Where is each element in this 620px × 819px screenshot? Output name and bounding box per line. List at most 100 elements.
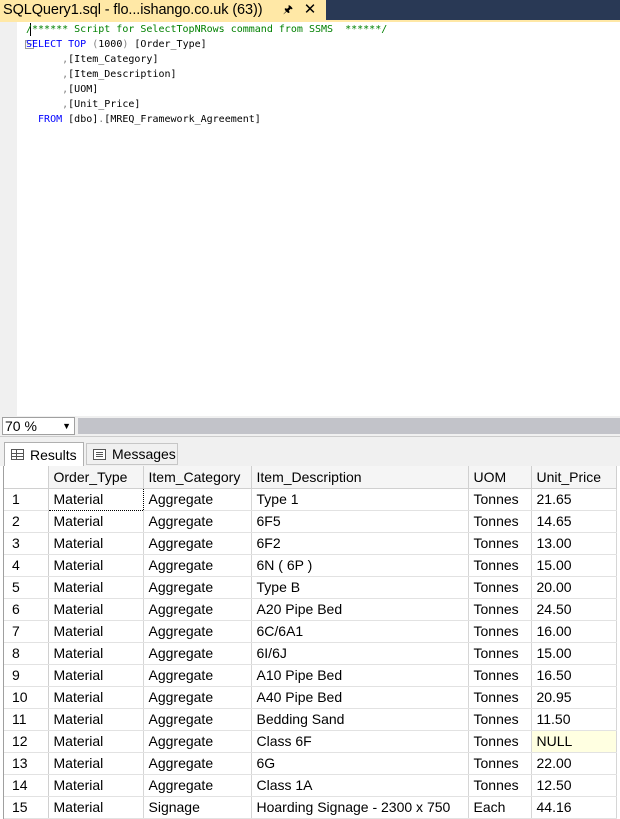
- grid-cell[interactable]: Type B: [251, 576, 469, 599]
- grid-cell[interactable]: Tonnes: [468, 620, 532, 643]
- row-number[interactable]: 6: [4, 598, 49, 621]
- tab-results[interactable]: Results: [4, 442, 84, 466]
- grid-cell[interactable]: Tonnes: [468, 488, 532, 511]
- grid-cell[interactable]: Tonnes: [468, 576, 532, 599]
- grid-cell[interactable]: Tonnes: [468, 554, 532, 577]
- tab-messages[interactable]: Messages: [86, 443, 178, 465]
- grid-cell[interactable]: Tonnes: [468, 686, 532, 709]
- grid-cell[interactable]: Aggregate: [143, 708, 252, 731]
- results-grid[interactable]: Order_Type Item_Category Item_Description U…: [3, 466, 620, 819]
- grid-cell[interactable]: 12.50: [531, 774, 617, 797]
- horizontal-scrollbar[interactable]: [78, 418, 620, 434]
- table-row[interactable]: 9 Material Aggregate A10 Pipe Bed Tonnes 16.5…: [4, 664, 617, 687]
- table-row[interactable]: 15 Material Signage Hoarding Signage - 2300…: [4, 796, 617, 819]
- grid-cell[interactable]: Class 6F: [251, 730, 469, 753]
- grid-cell[interactable]: Aggregate: [143, 510, 252, 533]
- grid-cell[interactable]: Bedding Sand: [251, 708, 469, 731]
- grid-cell[interactable]: Material: [48, 730, 144, 753]
- code-line[interactable]: ,[Unit_Price]: [26, 97, 387, 112]
- grid-cell[interactable]: 24.50: [531, 598, 617, 621]
- grid-cell[interactable]: Material: [48, 554, 144, 577]
- code-line[interactable]: /****** Script for SelectTopNRows comman…: [26, 22, 387, 37]
- row-number[interactable]: 9: [4, 664, 49, 687]
- grid-cell[interactable]: Type 1: [251, 488, 469, 511]
- grid-cell[interactable]: 16.50: [531, 664, 617, 687]
- grid-cell[interactable]: Material: [48, 532, 144, 555]
- grid-cell[interactable]: Aggregate: [143, 488, 252, 511]
- grid-cell[interactable]: 44.16: [531, 796, 617, 819]
- row-number[interactable]: 5: [4, 576, 49, 599]
- grid-cell[interactable]: 21.65: [531, 488, 617, 511]
- grid-cell[interactable]: 6C/6A1: [251, 620, 469, 643]
- table-row[interactable]: 14 Material Aggregate Class 1A Tonnes 12.50: [4, 774, 617, 797]
- grid-cell[interactable]: Material: [48, 686, 144, 709]
- code-line[interactable]: ,[Item_Description]: [26, 67, 387, 82]
- grid-cell[interactable]: Class 1A: [251, 774, 469, 797]
- grid-cell[interactable]: Aggregate: [143, 686, 252, 709]
- row-number[interactable]: 12: [4, 730, 49, 753]
- grid-cell[interactable]: Each: [468, 796, 532, 819]
- row-number[interactable]: 7: [4, 620, 49, 643]
- grid-cell[interactable]: Aggregate: [143, 664, 252, 687]
- table-row[interactable]: 1 Material Aggregate Type 1 Tonnes 21.65: [4, 487, 617, 511]
- chevron-down-icon[interactable]: ▼: [62, 418, 71, 434]
- column-header-order-type[interactable]: Order_Type: [48, 466, 144, 489]
- table-row[interactable]: 10 Material Aggregate A40 Pipe Bed Tonnes 20.…: [4, 686, 617, 709]
- grid-cell[interactable]: Aggregate: [143, 554, 252, 577]
- grid-cell[interactable]: Tonnes: [468, 598, 532, 621]
- grid-cell[interactable]: 6F2: [251, 532, 469, 555]
- grid-cell[interactable]: 22.00: [531, 752, 617, 775]
- grid-cell[interactable]: Aggregate: [143, 752, 252, 775]
- grid-cell[interactable]: A20 Pipe Bed: [251, 598, 469, 621]
- code-line[interactable]: ,[UOM]: [26, 82, 387, 97]
- row-number[interactable]: 10: [4, 686, 49, 709]
- grid-cell[interactable]: Tonnes: [468, 730, 532, 753]
- table-row[interactable]: 3 Material Aggregate 6F2 Tonnes 13.00: [4, 532, 617, 555]
- row-number[interactable]: 4: [4, 554, 49, 577]
- grid-cell[interactable]: Hoarding Signage - 2300 x 750: [251, 796, 469, 819]
- grid-cell[interactable]: Tonnes: [468, 664, 532, 687]
- code-line[interactable]: FROM [dbo].[MREQ_Framework_Agreement]: [26, 112, 387, 127]
- row-number[interactable]: 8: [4, 642, 49, 665]
- table-row[interactable]: 6 Material Aggregate A20 Pipe Bed Tonnes 24.5…: [4, 598, 617, 621]
- query-editor[interactable]: − /****** Script for SelectTopNRows comm…: [0, 22, 620, 416]
- grid-cell[interactable]: Material: [48, 510, 144, 533]
- grid-cell[interactable]: Aggregate: [143, 642, 252, 665]
- code-line[interactable]: ,[Item_Category]: [26, 52, 387, 67]
- grid-cell[interactable]: 6F5: [251, 510, 469, 533]
- grid-cell[interactable]: 6I/6J: [251, 642, 469, 665]
- grid-cell[interactable]: A10 Pipe Bed: [251, 664, 469, 687]
- column-header-unit-price[interactable]: Unit_Price: [531, 466, 617, 489]
- table-row[interactable]: 13 Material Aggregate 6G Tonnes 22.00: [4, 752, 617, 775]
- grid-cell[interactable]: 16.00: [531, 620, 617, 643]
- column-header-uom[interactable]: UOM: [468, 466, 532, 489]
- grid-cell[interactable]: 15.00: [531, 642, 617, 665]
- table-row[interactable]: 12 Material Aggregate Class 6F Tonnes NULL: [4, 730, 617, 753]
- grid-cell[interactable]: Material: [48, 708, 144, 731]
- pin-icon[interactable]: 🖈: [279, 1, 297, 19]
- code-text[interactable]: /****** Script for SelectTopNRows comman…: [26, 22, 387, 127]
- grid-cell[interactable]: Aggregate: [143, 576, 252, 599]
- grid-cell[interactable]: 20.95: [531, 686, 617, 709]
- grid-cell[interactable]: Aggregate: [143, 620, 252, 643]
- grid-cell[interactable]: Material: [48, 796, 144, 819]
- grid-cell[interactable]: Tonnes: [468, 774, 532, 797]
- row-number[interactable]: 3: [4, 532, 49, 555]
- row-number[interactable]: 15: [4, 796, 49, 819]
- grid-cell[interactable]: Tonnes: [468, 642, 532, 665]
- row-number[interactable]: 14: [4, 774, 49, 797]
- grid-cell[interactable]: Signage: [143, 796, 252, 819]
- grid-cell[interactable]: Material: [48, 664, 144, 687]
- row-number[interactable]: 2: [4, 510, 49, 533]
- grid-cell[interactable]: Material: [48, 642, 144, 665]
- table-row[interactable]: 11 Material Aggregate Bedding Sand Tonnes 11.…: [4, 708, 617, 731]
- grid-cell[interactable]: Material: [48, 752, 144, 775]
- grid-cell[interactable]: Tonnes: [468, 708, 532, 731]
- row-number-header[interactable]: [4, 466, 49, 489]
- grid-cell[interactable]: 13.00: [531, 532, 617, 555]
- table-row[interactable]: 4 Material Aggregate 6N ( 6P ) Tonnes 15.00: [4, 554, 617, 577]
- grid-cell[interactable]: 15.00: [531, 554, 617, 577]
- grid-cell[interactable]: 14.65: [531, 510, 617, 533]
- row-number[interactable]: 1: [4, 488, 49, 511]
- document-tab[interactable]: SQLQuery1.sql - flo...ishango.co.uk (63)…: [0, 0, 326, 20]
